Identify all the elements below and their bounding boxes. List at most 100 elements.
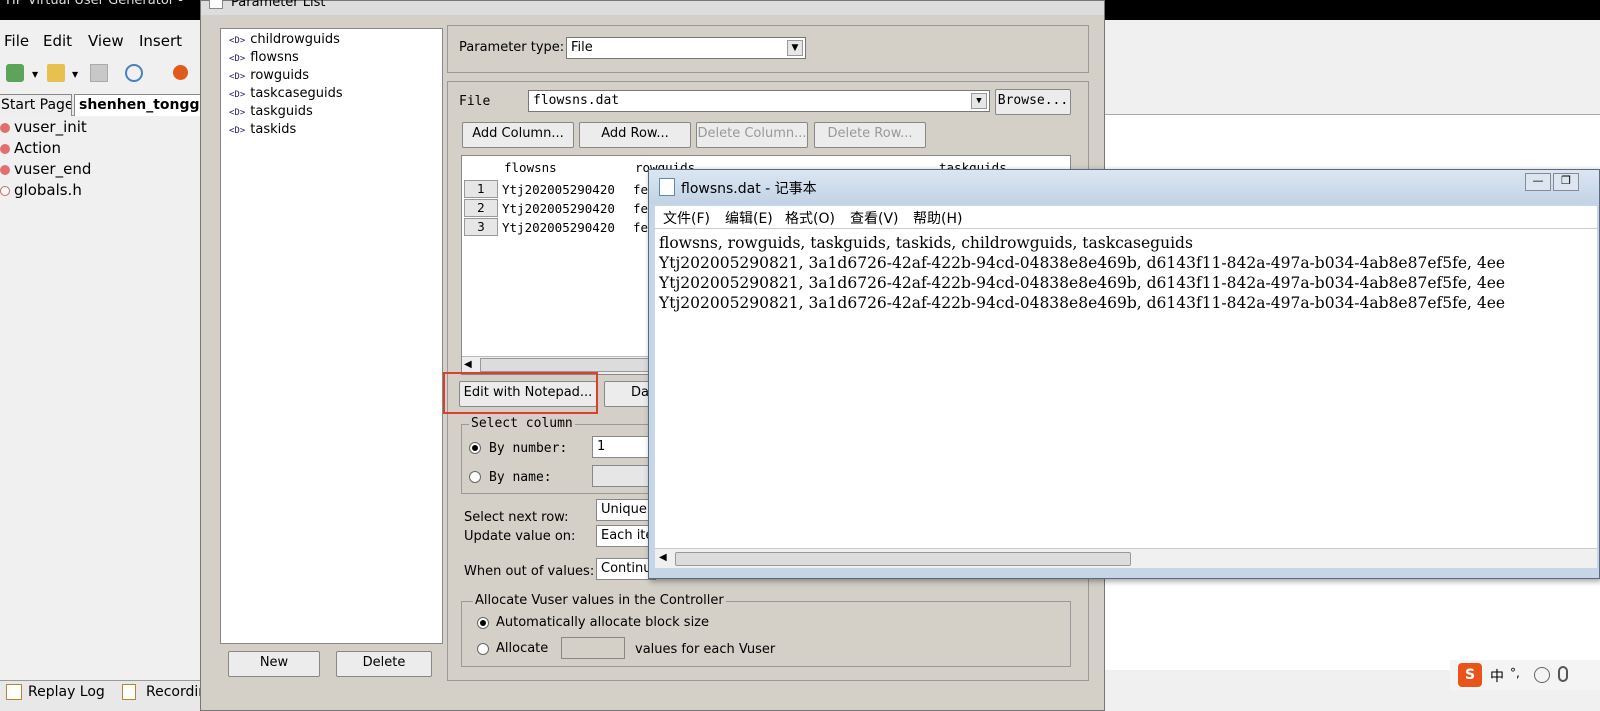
out-of-values-select[interactable]: Continue [596, 558, 656, 580]
tree-item-vuser-init[interactable]: vuser_init [0, 118, 87, 138]
values-each-label: values for each Vuser [635, 642, 776, 657]
tab-script[interactable]: shenhen_tongg [74, 94, 210, 116]
menu-edit[interactable]: Edit [43, 32, 72, 50]
menu-file[interactable]: File [4, 32, 29, 50]
header-file-icon [0, 185, 10, 196]
param-item-taskguids[interactable]: <D> taskguids [229, 103, 313, 121]
allocate-count-input[interactable] [561, 637, 625, 659]
file-path-select[interactable]: flowsns.dat ▼ [528, 90, 990, 112]
notepad-title: flowsns.dat - 记事本 [681, 181, 817, 197]
notepad-hscrollbar[interactable]: ◀ [655, 548, 1597, 568]
search-icon[interactable] [125, 64, 143, 82]
scrollbar-thumb[interactable] [480, 358, 650, 372]
browse-button[interactable]: Browse... [995, 89, 1071, 115]
by-number-radio[interactable] [469, 442, 481, 454]
param-item-taskcaseguids[interactable]: <D> taskcaseguids [229, 85, 343, 103]
allocate-group-label: Allocate Vuser values in the Controller [473, 593, 726, 608]
ime-mode[interactable]: 中 [1490, 666, 1504, 686]
auto-allocate-radio[interactable] [477, 617, 489, 629]
record-icon[interactable] [173, 65, 188, 80]
parameter-icon: <D> [229, 126, 246, 136]
notepad-window: flowsns.dat - 记事本 — ❐ 文件(F) 编辑(E) 格式(O) … [648, 169, 1600, 579]
editor-toolbar-area [1105, 20, 1600, 115]
add-row-button[interactable]: Add Row... [579, 122, 691, 148]
action-icon [0, 164, 10, 175]
row-number: 1 [464, 180, 498, 198]
new-script-icon[interactable] [6, 64, 24, 82]
save-icon[interactable] [90, 64, 108, 82]
parameter-type-label: Parameter type: [459, 40, 565, 55]
menu-file[interactable]: 文件(F) [663, 208, 710, 228]
by-name-radio[interactable] [469, 471, 481, 483]
output-tab-strip: Replay Log Recordin [0, 680, 210, 711]
table-cell[interactable]: fe [633, 199, 648, 218]
column-number-input[interactable]: 1 [592, 436, 652, 458]
text-line: flowsns, rowguids, taskguids, taskids, c… [659, 234, 1193, 252]
chevron-down-icon: ▼ [971, 93, 987, 109]
menu-edit[interactable]: 编辑(E) [725, 208, 773, 228]
punctuation-mode[interactable]: °, [1510, 666, 1520, 680]
data-wizard-button[interactable]: Da [604, 381, 652, 407]
menu-view[interactable]: 查看(V) [850, 208, 899, 228]
menu-view[interactable]: View [88, 32, 124, 50]
menu-insert[interactable]: Insert [139, 32, 182, 50]
table-cell[interactable]: fe [633, 180, 648, 199]
vugen-tab-strip: Start Page shenhen_tongg [0, 94, 210, 116]
delete-column-button[interactable]: Delete Column... [696, 122, 808, 148]
param-item-rowguids[interactable]: <D> rowguids [229, 67, 309, 85]
restore-icon[interactable]: ❐ [1553, 173, 1579, 191]
notepad-text-area[interactable]: flowsns, rowguids, taskguids, taskids, c… [655, 228, 1597, 548]
file-label: File [459, 94, 491, 109]
new-parameter-button[interactable]: New [228, 651, 320, 677]
scroll-left-icon[interactable]: ◀ [659, 552, 667, 563]
param-item-taskids[interactable]: <D> taskids [229, 121, 296, 139]
by-name-label: By name: [489, 470, 552, 485]
action-icon [0, 122, 10, 133]
row-number: 3 [464, 218, 498, 236]
replay-log-icon [6, 684, 22, 700]
add-column-button[interactable]: Add Column... [462, 122, 574, 148]
parameter-icon: <D> [229, 108, 246, 118]
table-cell[interactable]: fe [633, 218, 648, 237]
column-name-select[interactable] [592, 465, 652, 487]
delete-row-button[interactable]: Delete Row... [814, 122, 926, 148]
sogou-ime-icon[interactable]: S [1458, 663, 1482, 687]
parameter-type-select[interactable]: File ▼ [566, 37, 806, 59]
table-cell[interactable]: Ytj202005290420 [502, 180, 615, 199]
param-item-childrowguids[interactable]: <D> childrowguids [229, 31, 340, 49]
allocate-radio[interactable] [477, 643, 489, 655]
recording-log-icon [122, 684, 136, 700]
table-cell[interactable]: Ytj202005290420 [502, 199, 615, 218]
tab-replay-log[interactable]: Replay Log [28, 684, 105, 700]
notepad-title-bar: flowsns.dat - 记事本 — ❐ [649, 170, 1599, 204]
column-header[interactable]: flowsns [504, 158, 557, 177]
tab-recording-log[interactable]: Recordin [146, 684, 206, 700]
select-next-row-select[interactable]: Unique [596, 499, 656, 521]
out-of-values-label: When out of values: [464, 564, 595, 579]
dropdown-arrow-icon[interactable]: ▼ [32, 70, 40, 79]
microphone-icon[interactable] [1558, 666, 1568, 682]
minimize-icon[interactable]: — [1525, 173, 1551, 191]
menu-help[interactable]: 帮助(H) [913, 208, 962, 228]
emoji-icon[interactable] [1534, 667, 1550, 683]
parameter-tree[interactable]: <D> childrowguids <D> flowsns <D> rowguids … [220, 28, 443, 644]
menu-format[interactable]: 格式(O) [785, 208, 835, 228]
param-item-flowsns[interactable]: <D> flowsns [229, 49, 299, 67]
dropdown-arrow-icon[interactable]: ▼ [72, 70, 80, 79]
allocate-group [461, 601, 1071, 667]
scrollbar-thumb[interactable] [675, 552, 1131, 566]
select-column-label: Select column [469, 416, 575, 431]
update-value-select[interactable]: Each ite [596, 525, 656, 547]
vugen-toolbar: ▼ ▼ [0, 58, 210, 88]
update-value-label: Update value on: [464, 529, 576, 544]
tree-item-vuser-end[interactable]: vuser_end [0, 160, 91, 180]
tree-item-action[interactable]: Action [0, 139, 61, 159]
dialog-app-icon [209, 0, 223, 9]
table-cell[interactable]: Ytj202005290420 [502, 218, 615, 237]
parameter-icon: <D> [229, 90, 246, 100]
tab-start-page[interactable]: Start Page [0, 94, 72, 116]
delete-parameter-button[interactable]: Delete [336, 651, 432, 677]
scroll-left-icon[interactable]: ◀ [464, 359, 472, 370]
open-folder-icon[interactable] [47, 64, 65, 82]
tree-item-globals[interactable]: globals.h [0, 181, 82, 201]
